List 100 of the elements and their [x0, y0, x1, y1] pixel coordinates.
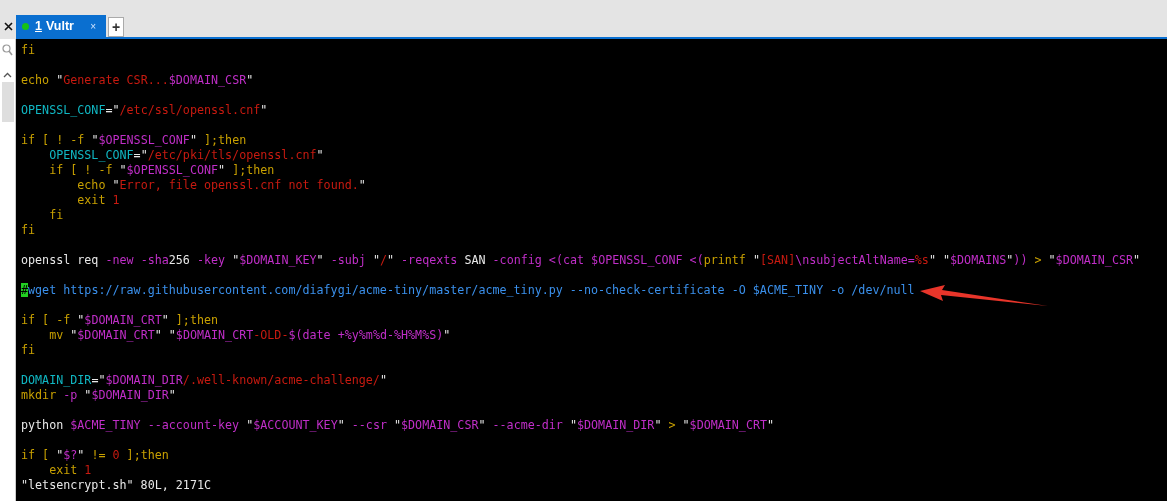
new-tab-button[interactable]: + — [108, 17, 124, 37]
code-variable: $(date +%y%m%d-%H%M%S) — [288, 328, 444, 342]
code-text: " — [387, 253, 396, 267]
code-keyword: ];then — [174, 313, 219, 327]
code-variable: $DOMAIN_CRT — [77, 328, 155, 342]
code-variable: $DOMAIN_CSR — [1055, 253, 1133, 267]
code-string: [SAN] — [760, 253, 796, 267]
code-text: " — [232, 253, 240, 267]
code-keyword: fi — [21, 223, 36, 237]
code-text: " — [246, 73, 254, 87]
code-text: " — [372, 253, 380, 267]
code-keyword: != — [91, 448, 107, 462]
code-text: 256 — [168, 253, 191, 267]
code-variable: $DOMAIN_DIR — [577, 418, 655, 432]
code-text: " — [752, 253, 760, 267]
code-text: python — [21, 418, 65, 432]
code-text: " — [161, 313, 169, 327]
code-text: " — [379, 373, 387, 387]
code-text: " — [1133, 253, 1141, 267]
code-text: " — [654, 418, 663, 432]
code-text: " — [77, 448, 86, 462]
code-variable: $OPENSSL_CONF — [98, 133, 190, 147]
tab-hotkey: 1 — [35, 17, 42, 35]
code-text: SAN — [464, 253, 487, 267]
code-text: " — [70, 328, 78, 342]
session-tab[interactable]: 1 Vultr × — [16, 15, 106, 37]
code-string: /.well-known/acme-challenge/ — [182, 373, 380, 387]
code-variable: )) — [1013, 253, 1028, 267]
code-text: " — [1048, 253, 1056, 267]
code-text: " — [316, 148, 324, 162]
code-string: Error, file openssl.cnf not found. — [119, 178, 359, 192]
code-text: " " — [928, 253, 950, 267]
code-variable: $DOMAINS — [950, 253, 1007, 267]
code-keyword: ];then — [203, 133, 247, 147]
code-variable: $DOMAIN_CRT — [84, 313, 162, 327]
code-variable: \nsubjectAltName= — [795, 253, 915, 267]
code-keyword: if [ -f — [21, 313, 72, 327]
code-text: " — [56, 73, 64, 87]
code-text: openssl req — [21, 253, 100, 267]
code-identifier: OPENSSL_CONF — [48, 148, 134, 162]
code-text: " — [112, 178, 120, 192]
code-text: " " — [154, 328, 176, 342]
code-keyword: > — [668, 418, 677, 432]
code-keyword: printf — [703, 253, 747, 267]
code-keyword: ];then — [125, 448, 169, 462]
code-keyword: echo — [21, 73, 51, 87]
code-variable: -new -sha — [105, 253, 169, 267]
code-text: " — [260, 103, 268, 117]
code-text: " — [91, 133, 99, 147]
code-variable: --acme-dir — [492, 418, 564, 432]
code-text: " — [358, 178, 366, 192]
code-variable: $DOMAIN_CSR — [401, 418, 479, 432]
code-command: wget https://raw.githubusercontent.com/diafygi/acme-tiny/master/acme_tiny.py --no-check-certificate -O $ACME_TINY -o /dev/null — [28, 283, 915, 297]
code-keyword: fi — [48, 208, 64, 222]
caret-up-icon[interactable] — [3, 72, 12, 78]
code-keyword: if [ ! -f — [21, 133, 86, 147]
code-text: " — [682, 418, 690, 432]
code-identifier: DOMAIN_DIR — [21, 373, 92, 387]
code-variable: -reqexts — [401, 253, 459, 267]
code-text: " — [77, 313, 85, 327]
code-variable: $DOMAIN_DIR — [105, 373, 183, 387]
code-keyword: echo — [76, 178, 107, 192]
search-icon[interactable] — [2, 44, 13, 56]
code-variable: $? — [63, 448, 78, 462]
code-keyword: exit — [76, 193, 107, 207]
code-variable: -p — [63, 388, 79, 402]
scrollbar-thumb[interactable] — [1, 82, 14, 122]
tab-label: Vultr — [45, 17, 74, 35]
code-variable: -config <(cat $OPENSSL_CONF <( — [492, 253, 704, 267]
code-keyword: mv — [48, 328, 65, 342]
code-text: " — [1006, 253, 1014, 267]
code-string: / — [379, 253, 387, 267]
code-text: " — [316, 253, 325, 267]
code-text: " — [189, 133, 197, 147]
code-text: "letsencrypt.sh" 80L, 2171C — [21, 478, 211, 492]
code-variable: $ACME_TINY --account-key — [70, 418, 241, 432]
code-variable: $DOMAIN_CRT — [175, 328, 254, 342]
code-variable: $ACCOUNT_KEY — [253, 418, 338, 432]
code-variable: $DOMAIN_CRT — [689, 418, 767, 432]
code-keyword: > — [1033, 253, 1043, 267]
code-variable: -key — [196, 253, 227, 267]
code-text: " — [394, 418, 402, 432]
code-variable: $OPENSSL_CONF — [126, 163, 219, 177]
code-text: " — [218, 163, 226, 177]
code-text: " — [569, 418, 577, 432]
code-variable: $DOMAIN_KEY — [239, 253, 317, 267]
code-string: 1 — [84, 463, 92, 477]
code-string: %s — [914, 253, 929, 267]
code-string: /etc/pki/tls/openssl.cnf — [147, 148, 317, 162]
code-variable: --csr — [351, 418, 388, 432]
code-text: " — [168, 388, 176, 402]
tab-close-button[interactable]: × — [90, 18, 96, 34]
code-text: " — [767, 418, 775, 432]
code-variable: $DOMAIN_CSR — [168, 73, 247, 87]
close-icon[interactable] — [3, 21, 13, 31]
code-text: " — [119, 163, 127, 177]
code-string: 0 — [112, 448, 120, 462]
code-string: 1 — [112, 193, 120, 207]
code-text: =" — [105, 103, 120, 117]
code-keyword: fi — [21, 343, 36, 357]
